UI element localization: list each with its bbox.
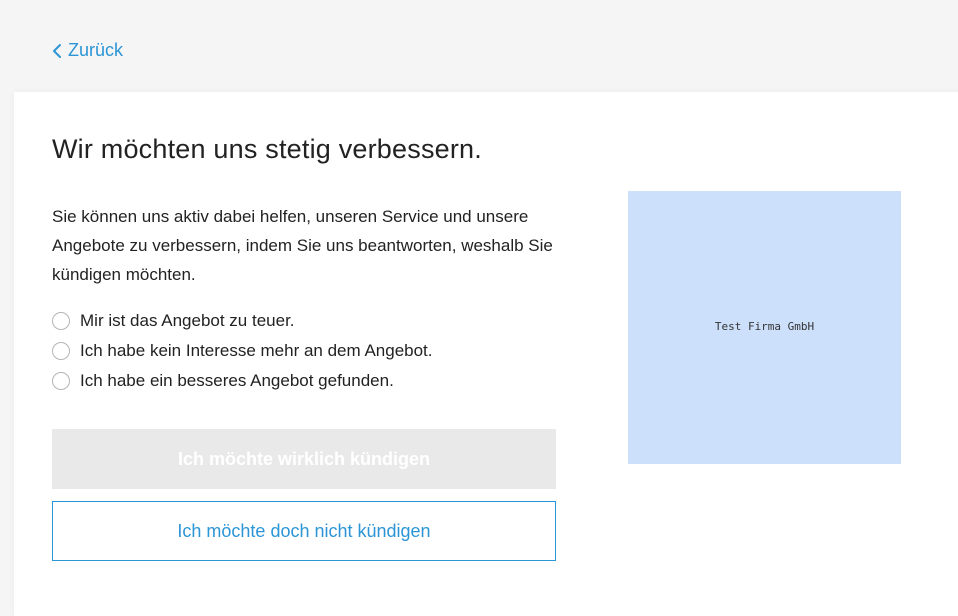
description-text: Sie können uns aktiv dabei helfen, unser… (52, 207, 553, 284)
back-link[interactable]: Zurück (52, 40, 123, 61)
radio-button[interactable] (52, 372, 70, 390)
reason-options: Mir ist das Angebot zu teuer. Ich habe k… (52, 306, 433, 396)
company-name: Test Firma GmbH (714, 320, 815, 333)
keep-subscription-button[interactable]: Ich möchte doch nicht kündigen (52, 501, 556, 561)
back-label: Zurück (68, 40, 124, 60)
chevron-left-icon (52, 43, 62, 59)
confirm-cancel-button[interactable]: Ich möchte wirklich kündigen (52, 429, 556, 489)
top-bar: Zurück (0, 0, 958, 92)
reason-label: Mir ist das Angebot zu teuer. (80, 311, 295, 330)
radio-button[interactable] (52, 342, 70, 360)
radio-button[interactable] (52, 312, 70, 330)
company-logo: Test Firma GmbH (628, 191, 901, 464)
page-title: Wir möchten uns stetig verbessern. (52, 134, 482, 164)
reason-option-better-offer[interactable]: Ich habe ein besseres Angebot gefunden. (52, 366, 433, 396)
reason-option-too-expensive[interactable]: Mir ist das Angebot zu teuer. (52, 306, 433, 336)
reason-label: Ich habe kein Interesse mehr an dem Ange… (80, 341, 433, 360)
reason-label: Ich habe ein besseres Angebot gefunden. (80, 371, 394, 390)
reason-option-no-interest[interactable]: Ich habe kein Interesse mehr an dem Ange… (52, 336, 433, 366)
